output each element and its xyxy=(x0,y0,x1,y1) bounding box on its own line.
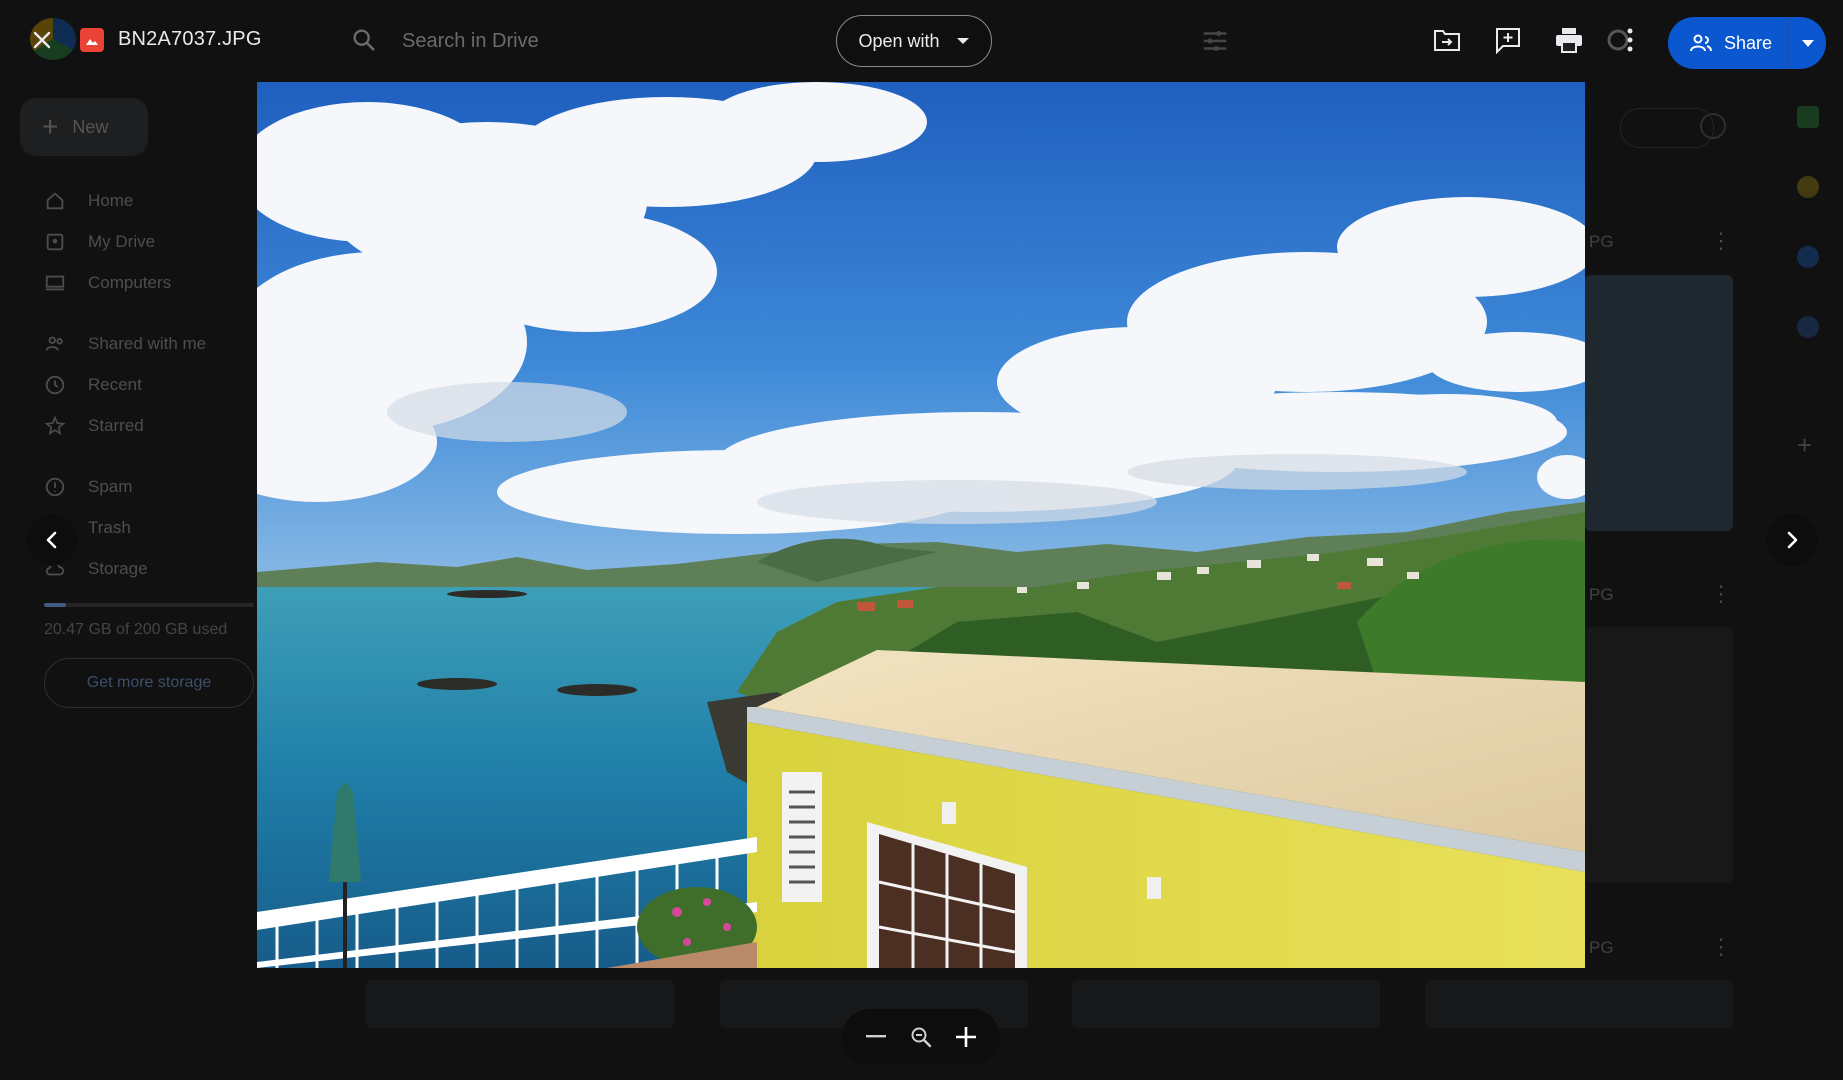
print-button[interactable] xyxy=(1553,24,1585,56)
caret-down-icon xyxy=(956,38,969,44)
move-folder-icon xyxy=(1434,30,1460,51)
open-with-button[interactable]: Open with xyxy=(836,15,992,67)
open-with-label: Open with xyxy=(858,30,940,51)
landscape-photo xyxy=(257,82,1585,968)
zoom-in-button[interactable] xyxy=(950,1021,982,1053)
zoom-out-button[interactable] xyxy=(860,1021,892,1053)
file-name: BN2A7037.JPG xyxy=(118,28,262,50)
chevron-left-icon xyxy=(46,531,57,549)
share-main-button[interactable]: Share xyxy=(1668,17,1788,69)
caret-down-icon xyxy=(1801,39,1814,47)
chevron-right-icon xyxy=(1787,531,1798,549)
share-button[interactable]: Share xyxy=(1668,17,1826,69)
previous-image-button[interactable] xyxy=(26,514,78,566)
image-preview xyxy=(257,82,1585,968)
viewer-toolbar: BN2A7037.JPG Open with Share xyxy=(0,0,1843,80)
zoom-controls xyxy=(842,1009,1000,1065)
close-viewer-button[interactable] xyxy=(22,20,62,60)
image-file-icon xyxy=(80,28,104,52)
print-icon xyxy=(1556,28,1582,53)
add-comment-icon xyxy=(1496,28,1520,54)
search-input[interactable] xyxy=(400,22,804,60)
magnifier-icon xyxy=(911,1027,932,1048)
more-vertical-icon xyxy=(1607,28,1633,52)
add-comment-button[interactable] xyxy=(1492,24,1524,56)
move-to-folder-button[interactable] xyxy=(1431,24,1463,56)
plus-icon xyxy=(955,1027,976,1047)
tune-icon[interactable] xyxy=(1200,26,1230,56)
close-icon xyxy=(33,31,51,49)
more-actions-button[interactable] xyxy=(1605,24,1637,56)
minus-icon xyxy=(866,1035,887,1038)
share-people-icon xyxy=(1690,34,1712,52)
next-image-button[interactable] xyxy=(1766,514,1818,566)
share-dropdown-button[interactable] xyxy=(1789,17,1826,69)
zoom-reset-button[interactable] xyxy=(905,1021,937,1053)
share-label: Share xyxy=(1724,32,1773,53)
search-icon[interactable] xyxy=(350,26,378,54)
